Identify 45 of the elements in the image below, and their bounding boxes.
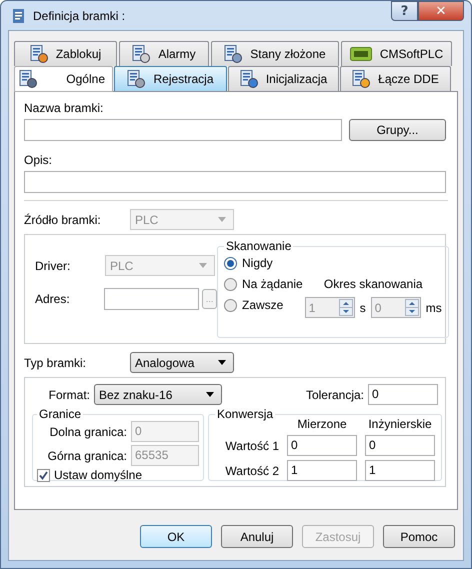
row-label: Wartość 1 — [224, 438, 279, 452]
unit-label: s — [360, 300, 366, 314]
dialog-button[interactable]: OK — [140, 525, 212, 548]
field-label: Okres skanowania — [324, 277, 423, 291]
dialog-button[interactable]: Pomoc — [383, 525, 455, 548]
field-label: Źródło bramki: — [24, 212, 102, 226]
tab[interactable]: Alarmy — [119, 41, 209, 66]
field-label: Dolna granica: — [48, 424, 127, 438]
field-label: Adres: — [35, 292, 71, 306]
column-header: Inżynierskie — [367, 417, 433, 431]
input-field[interactable]: 0 — [365, 435, 435, 456]
groups-button[interactable]: Grupy... — [349, 119, 446, 141]
group-title: Granice — [38, 407, 82, 421]
help-button[interactable]: ? — [391, 1, 418, 21]
field-label: Typ bramki: — [24, 356, 88, 370]
checkbox-label: Ustaw domyślne — [54, 468, 142, 482]
input-field[interactable]: 0 — [368, 384, 438, 405]
dropdown[interactable]: Bez znaku-16 — [94, 384, 222, 405]
row-label: Wartość 2 — [224, 464, 279, 478]
group-title: Konwersja — [216, 407, 274, 421]
group-title: Skanowanie — [225, 239, 292, 253]
radio-label: Nigdy — [242, 256, 273, 270]
field-label: Driver: — [35, 258, 72, 272]
unit-label: ms — [426, 300, 442, 314]
dropdown[interactable]: Analogowa — [130, 352, 234, 373]
input-field[interactable]: 0 — [287, 435, 357, 456]
field-label: Nazwa bramki: — [24, 101, 104, 115]
dialog-button[interactable]: Anuluj — [221, 525, 293, 548]
input-field[interactable]: 1 — [365, 460, 435, 481]
tab[interactable]: Zablokuj — [14, 41, 117, 66]
field-label: Górna granica: — [46, 448, 127, 462]
tab[interactable]: Ogólne — [14, 66, 113, 92]
radio-label: Zawsze — [242, 298, 284, 312]
tab[interactable]: CMSoftPLC — [341, 41, 452, 66]
column-header: Mierzone — [296, 417, 348, 431]
field-label: Tolerancja: — [306, 388, 364, 402]
tab[interactable]: Łącze DDE — [340, 66, 451, 91]
field-label: Opis: — [24, 153, 52, 167]
radio-label: Na żądanie — [242, 277, 303, 291]
tab[interactable]: Rejestracja — [114, 66, 227, 91]
tab[interactable]: Inicjalizacja — [228, 66, 339, 91]
input-field[interactable]: 1 — [287, 460, 357, 481]
window-title: Definicja bramki : — [33, 8, 126, 22]
field-label: Format: — [48, 388, 90, 402]
tab[interactable]: Stany złożone — [211, 41, 339, 66]
